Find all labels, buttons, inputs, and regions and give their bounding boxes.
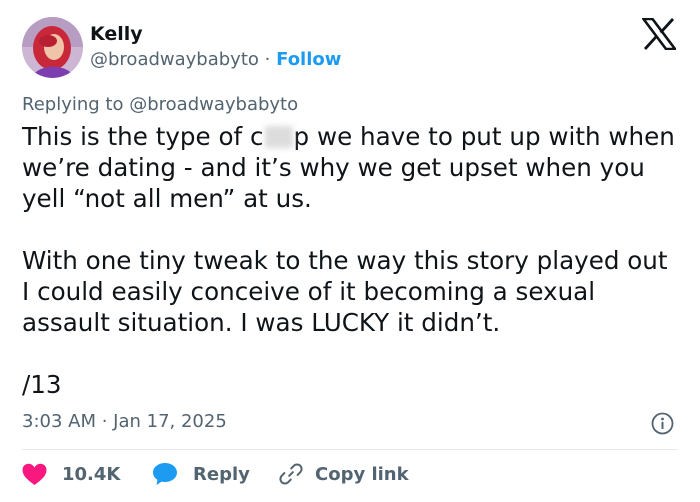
divider [22, 449, 678, 450]
tweet-paragraph-2: With one tiny tweak to the way this stor… [22, 246, 668, 337]
author-meta: @broadwaybabyto · Follow [90, 48, 341, 72]
reply-button[interactable]: Reply [152, 462, 279, 486]
meta-separator: · [264, 49, 271, 70]
copy-link-label: Copy link [315, 463, 409, 485]
tweet-paragraph-1-start: This is the type of c [22, 122, 264, 151]
like-button[interactable]: 10.4K [22, 463, 152, 486]
censor-blur [264, 126, 293, 148]
tweet-timestamp[interactable]: 3:03 AM · Jan 17, 2025 [22, 410, 227, 434]
reply-label: Reply [193, 463, 250, 485]
speech-bubble-icon [152, 462, 178, 486]
link-icon [279, 462, 303, 486]
like-count: 10.4K [62, 463, 121, 485]
reply-mention[interactable]: @broadwaybabyto [129, 94, 298, 115]
tweet-text: This is the type of cp we have to put up… [22, 121, 682, 400]
heart-icon [22, 463, 47, 486]
reply-context: Replying to @broadwaybabyto [22, 93, 298, 117]
reply-context-prefix: Replying to [22, 94, 124, 115]
x-logo-icon[interactable] [640, 17, 678, 51]
tweet-paragraph-3: /13 [22, 370, 62, 399]
avatar-image [22, 17, 83, 78]
action-bar: 10.4K Reply Copy link [22, 461, 409, 487]
author-name[interactable]: Kelly [90, 22, 143, 46]
author-handle[interactable]: @broadwaybabyto [90, 49, 259, 70]
avatar[interactable] [22, 17, 83, 78]
follow-button[interactable]: Follow [276, 49, 341, 70]
copy-link-button[interactable]: Copy link [279, 462, 409, 486]
tweet-card: Kelly @broadwaybabyto · Follow Replying … [0, 0, 700, 502]
info-icon[interactable] [651, 412, 674, 435]
tweet-paragraph-1: This is the type of cp we have to put up… [22, 121, 682, 214]
